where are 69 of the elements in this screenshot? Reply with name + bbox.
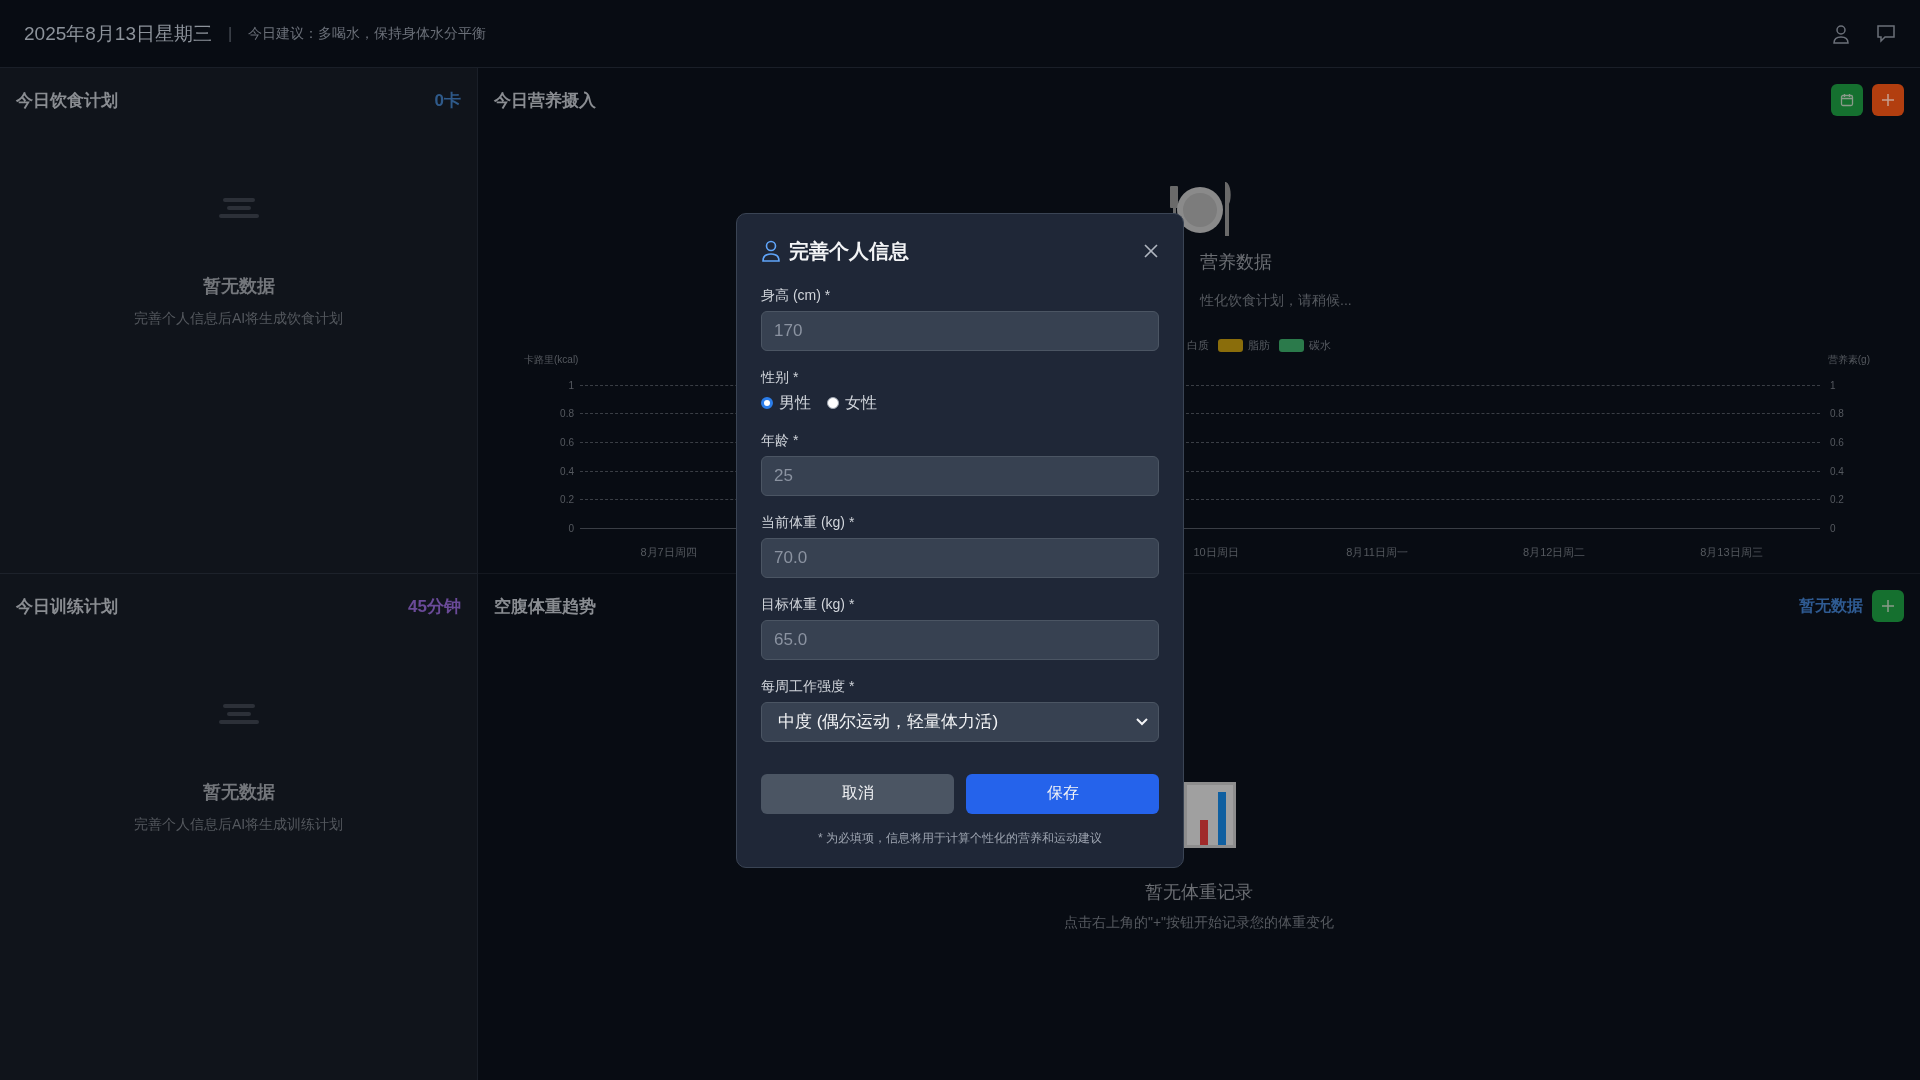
panel-title: 空腹体重趋势 (494, 595, 596, 618)
input-field[interactable]: 170 (761, 310, 1159, 351)
separator-text: | (227, 24, 233, 43)
tick-label: 0.2 (559, 494, 575, 506)
plus-icon (1881, 93, 1895, 107)
empty-text: 点击右上角的"+"按钮开始记录您的体重变化 (1062, 914, 1336, 932)
chevron-icon (1136, 717, 1148, 726)
axis-title: 营养素(g) (1827, 353, 1870, 367)
tip-text: 今日建议：多喝水，保持身体水分平衡 (248, 24, 487, 43)
field-label: 当前体重 (kg) * (761, 513, 856, 532)
radio-option[interactable]: 男性 (761, 392, 811, 414)
field-label: 身高 (cm) * (761, 286, 832, 305)
panel-title: 今日营养摄入 (494, 89, 596, 112)
chat-icon[interactable] (1876, 24, 1896, 43)
input-field[interactable]: 65.0 (761, 619, 1159, 660)
empty-title: 营养数据 (1200, 251, 1272, 274)
tick-label: 0.2 (1829, 494, 1845, 506)
empty-title: 暂无体重记录 (1144, 881, 1254, 904)
tick-label: 8月12日周二 (1522, 544, 1587, 560)
select-field[interactable]: 中度 (偶尔运动，轻量体力活) (761, 701, 1159, 742)
input-field[interactable]: 25 (761, 455, 1159, 496)
tick-label: 0.8 (559, 408, 575, 420)
tick-label: 10日周日 (1192, 544, 1240, 560)
empty-text: 性化饮食计划，请稍候... (1200, 292, 1352, 310)
legend-label: 白质 (1187, 338, 1209, 353)
tick-label: 0 (1829, 522, 1837, 534)
empty-text: 完善个人信息后AI将生成饮食计划 (133, 310, 344, 328)
field-label: 性别 * (761, 368, 800, 387)
calendar-button[interactable] (1831, 84, 1863, 116)
user-icon (761, 240, 781, 262)
add-button[interactable] (1872, 84, 1904, 116)
empty-title: 暂无数据 (202, 781, 275, 804)
radio-option[interactable]: 女性 (827, 392, 877, 414)
legend-label: 脂肪 (1248, 338, 1270, 353)
dialog-title: 完善个人信息 (789, 238, 909, 264)
field-label: 目标体重 (kg) * (761, 595, 856, 614)
tick-label: 1 (567, 379, 575, 391)
summary-label: 45分钟 (408, 595, 461, 618)
tick-label: 0.6 (1829, 437, 1845, 448)
tick-label: 1 (1829, 379, 1837, 391)
axis-title: 卡路里(kcal) (524, 353, 579, 367)
date-text: 2025年8月13日星期三 (24, 21, 212, 46)
status-text: 暂无数据 (1799, 595, 1863, 616)
field-label: 每周工作强度 * (761, 677, 856, 696)
empty-title: 暂无数据 (202, 275, 275, 298)
list-icon (218, 704, 259, 724)
tick-label: 0.8 (1829, 408, 1845, 420)
tick-label: 8月7日周四 (639, 544, 698, 560)
tick-label: 0.4 (559, 465, 575, 477)
plus-icon (1881, 599, 1895, 613)
calendar-icon (1840, 93, 1854, 107)
note-text: * 为必填项，信息将用于计算个性化的营养和运动建议 (817, 829, 1103, 847)
tick-label: 0.4 (1829, 465, 1845, 477)
field-label: 年龄 * (761, 431, 800, 450)
add-button[interactable] (1872, 590, 1904, 622)
input-field[interactable]: 70.0 (761, 537, 1159, 578)
close-button[interactable] (1143, 243, 1159, 259)
summary-label: 0卡 (434, 89, 461, 112)
panel-title: 今日饮食计划 (16, 89, 118, 112)
legend-label: 碳水 (1309, 338, 1331, 353)
list-icon (218, 198, 259, 218)
user-icon[interactable] (1832, 23, 1850, 44)
save-button[interactable]: 保存 (966, 773, 1159, 814)
tick-label: 0 (567, 522, 575, 534)
tick-label: 0.6 (559, 437, 575, 448)
cancel-button[interactable]: 取消 (761, 773, 954, 814)
bar-chart-icon (1184, 782, 1236, 848)
panel-title: 今日训练计划 (16, 595, 118, 618)
empty-text: 完善个人信息后AI将生成训练计划 (133, 816, 344, 834)
